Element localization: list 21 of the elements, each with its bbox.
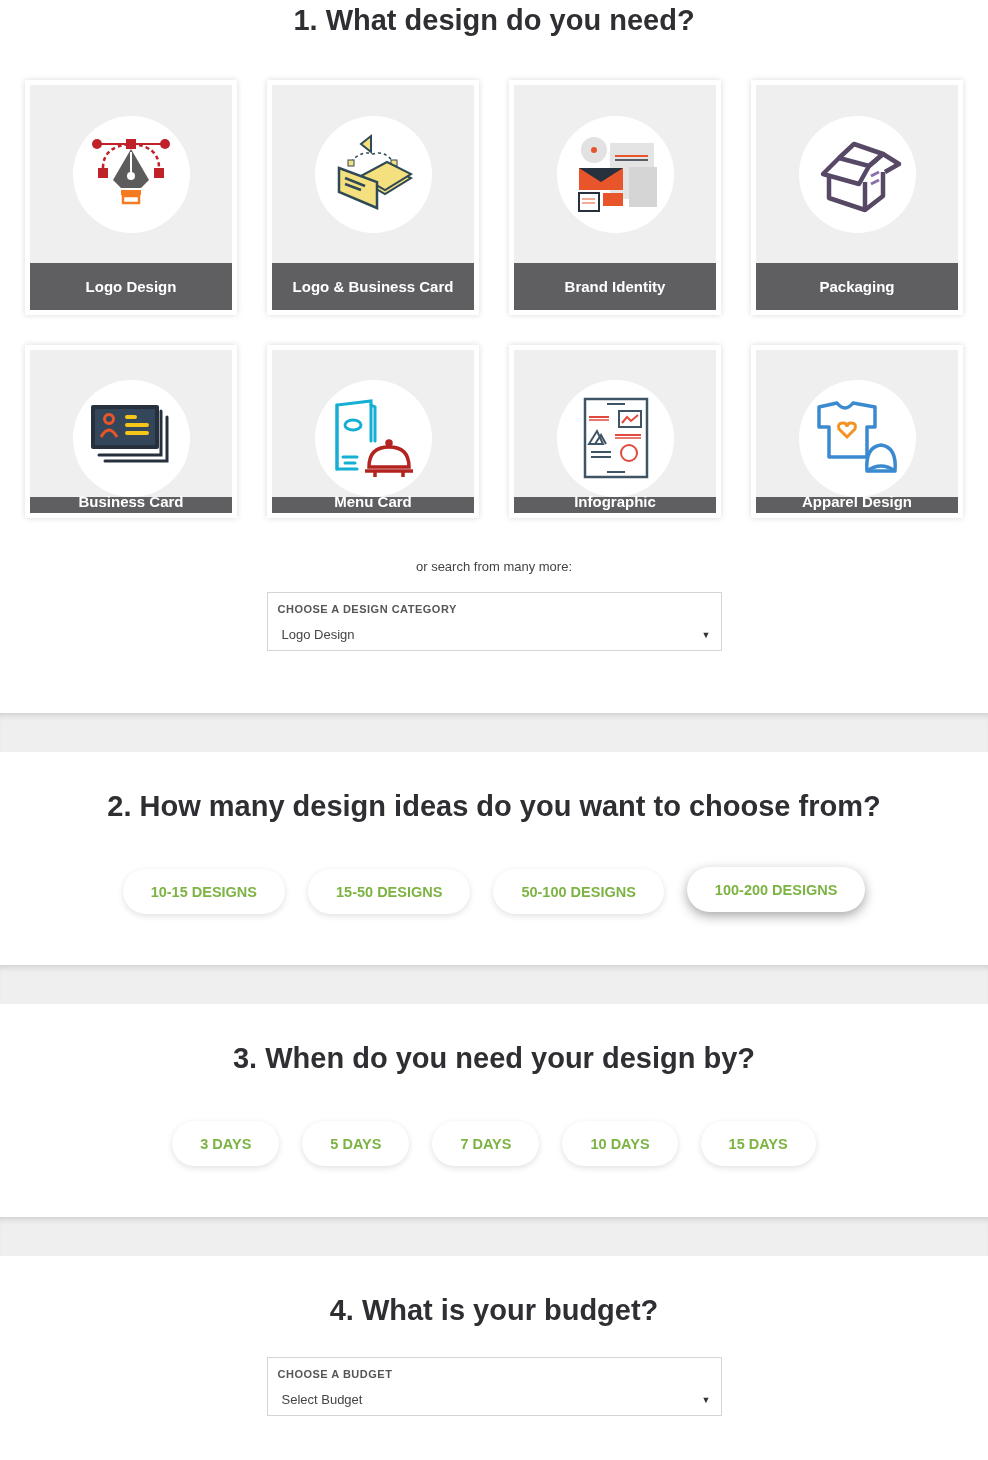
search-hint: or search from many more: [415, 559, 572, 574]
section-heading: 4. What is your budget? [329, 1294, 659, 1327]
card-label: Business Card [78, 493, 184, 511]
card-label: Logo & Business Card [292, 277, 454, 296]
caret-icon: ▼ [701, 1394, 711, 1405]
caret-icon: ▼ [701, 629, 711, 640]
selected-value: Logo Design [281, 627, 355, 642]
field-label: CHOOSE A BUDGET [277, 1368, 393, 1380]
dropdown-field[interactable]: CHOOSE A BUDGET Select Budget ▼ [266, 1357, 722, 1416]
card-label: Brand Identity [564, 277, 666, 296]
section-heading: 3. When do you need your design by? [232, 1042, 755, 1075]
field-label: CHOOSE A DESIGN CATEGORY [277, 603, 457, 615]
card-label: Logo Design [85, 277, 177, 296]
card-label: Menu Card [334, 493, 412, 511]
section-heading: 1. What design do you need? [293, 4, 695, 37]
card-label: Apparel Design [802, 493, 912, 511]
section-heading: 2. How many design ideas do you want to choose from? [107, 790, 881, 823]
dropdown-field[interactable]: CHOOSE A DESIGN CATEGORY Logo Design ▼ [266, 592, 722, 651]
card-label: Infographic [574, 493, 656, 511]
card-label: Packaging [819, 277, 895, 296]
selected-value: Select Budget [281, 1392, 363, 1407]
